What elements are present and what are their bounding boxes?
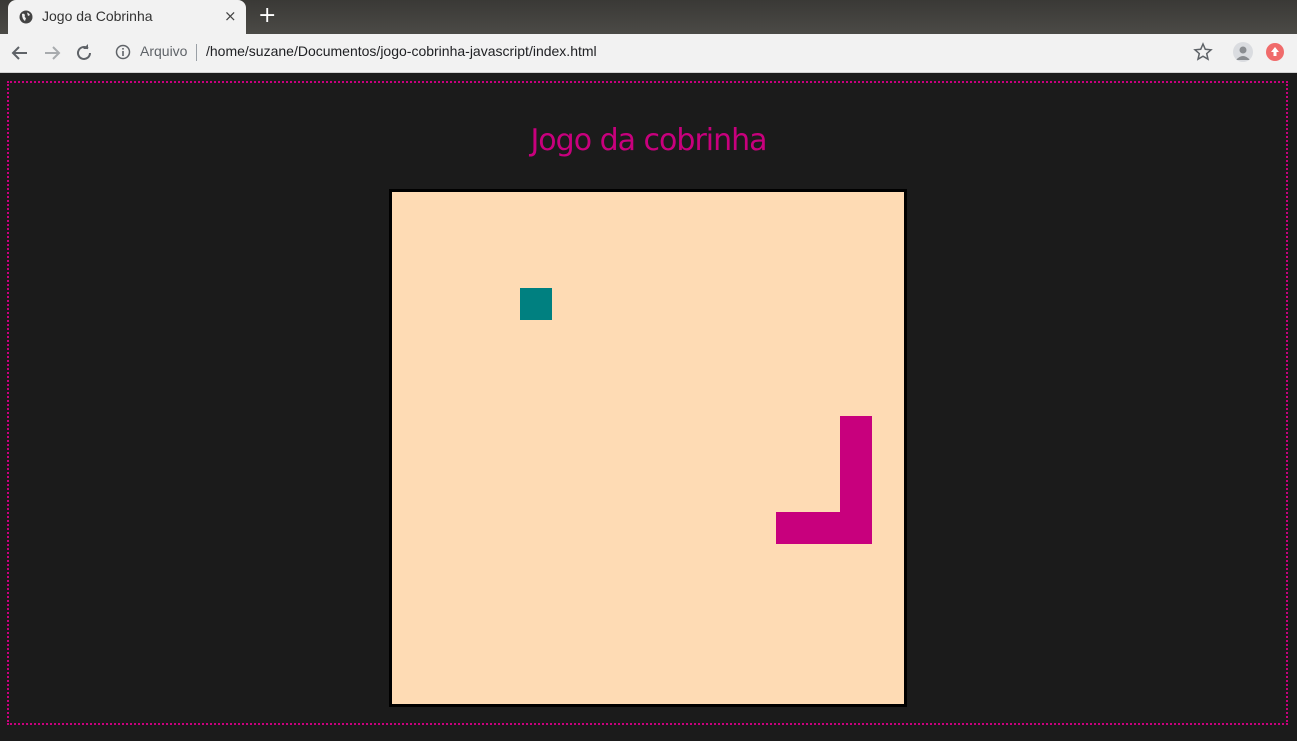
page-title: Jogo da cobrinha: [530, 123, 767, 158]
omnibox-divider: [196, 44, 197, 61]
snake-segment: [840, 512, 872, 544]
page-content: Jogo da cobrinha: [0, 73, 1297, 741]
snake-segment: [776, 512, 808, 544]
game-board[interactable]: [389, 189, 907, 707]
info-icon[interactable]: [115, 44, 131, 60]
close-tab-button[interactable]: ×: [224, 7, 237, 25]
extension-icon[interactable]: [1266, 43, 1284, 61]
security-label: Arquivo: [140, 43, 188, 59]
forward-icon[interactable]: [41, 42, 63, 64]
snake-segment: [840, 448, 872, 480]
snake-segment: [840, 480, 872, 512]
star-icon[interactable]: [1193, 42, 1213, 62]
snake-segment: [840, 416, 872, 448]
snake-segment: [808, 512, 840, 544]
browser-toolbar: Arquivo /home/suzane/Documentos/jogo-cob…: [0, 34, 1297, 73]
tab-strip: Jogo da Cobrinha × +: [0, 0, 1297, 34]
globe-icon: [19, 10, 33, 24]
food-cell: [520, 288, 552, 320]
address-bar[interactable]: /home/suzane/Documentos/jogo-cobrinha-ja…: [206, 43, 597, 59]
reload-icon[interactable]: [73, 42, 95, 64]
new-tab-button[interactable]: +: [258, 4, 276, 28]
tab-title: Jogo da Cobrinha: [42, 8, 153, 24]
profile-icon[interactable]: [1233, 42, 1253, 62]
browser-tab[interactable]: Jogo da Cobrinha ×: [8, 0, 246, 34]
back-icon[interactable]: [9, 42, 31, 64]
